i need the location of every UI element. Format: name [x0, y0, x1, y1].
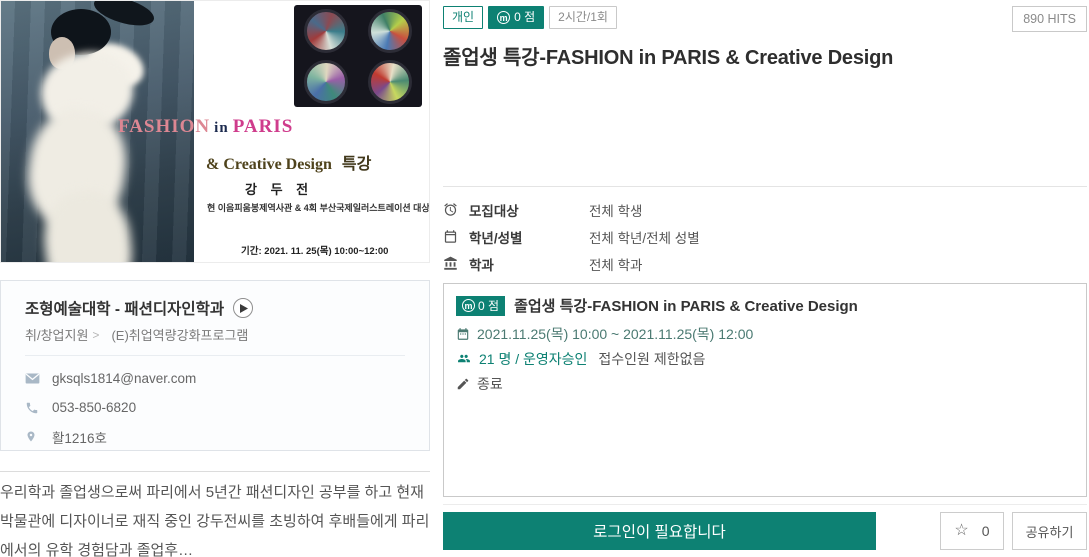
page-title: 졸업생 특강-FASHION in PARIS & Creative Desig…: [443, 41, 1087, 70]
breadcrumb-program: (E)취업역량강화프로그램: [111, 325, 248, 344]
poster-period: 기간: 2021. 11. 25(목) 10:00~12:00: [241, 243, 388, 257]
phone-row: 053-850-6820: [25, 393, 405, 422]
star-icon: ☆: [954, 523, 968, 539]
people-icon: [456, 352, 472, 365]
info-label: 학과: [469, 254, 589, 274]
poster-subtitle-suffix: 특강: [342, 156, 371, 173]
poster-subtitle-text: & Creative Design: [206, 156, 332, 173]
poster-title-line1: FASHIONinPARIS: [118, 116, 293, 138]
program-breadcrumb: 취/창업지원 > (E)취업역량강화프로그램: [25, 325, 405, 344]
session-datetime: 2021.11.25(목) 10:00 ~ 2021.11.25(목) 12:0…: [477, 324, 753, 344]
point-badge-label: 0 점: [514, 10, 535, 25]
left-column: FASHIONinPARIS & Creative Design 특강 강 두 전…: [0, 0, 430, 557]
session-datetime-row: 2021.11.25(목) 10:00 ~ 2021.11.25(목) 12:0…: [456, 321, 1074, 346]
calendar-icon: [443, 229, 461, 244]
map-pin-icon: [25, 429, 42, 444]
info-label: 모집대상: [469, 200, 589, 220]
department-card: 조형예술대학 - 패션디자인학과 취/창업지원 > (E)취업역량강화프로그램 …: [0, 280, 430, 451]
login-required-button[interactable]: 로그인이 필요합니다: [443, 512, 876, 550]
event-poster: FASHIONinPARIS & Creative Design 특강 강 두 전…: [0, 0, 430, 263]
session-capacity: 21 명 / 운영자승인: [479, 349, 587, 369]
event-detail-page: FASHIONinPARIS & Creative Design 특강 강 두 전…: [0, 0, 1089, 557]
footer-divider: [443, 504, 1087, 505]
alarm-clock-icon: [443, 202, 461, 217]
info-row-target: 모집대상 전체 학생: [443, 196, 1087, 223]
info-label: 학년/성별: [469, 227, 589, 247]
right-column: 개인 m 0 점 2시간/1회 890 HITS 졸업생 특강-FASHION …: [443, 0, 1087, 557]
personal-badge: 개인: [443, 6, 483, 29]
info-section: 모집대상 전체 학생 학년/성별 전체 학년/전체 성별 학과 전체 학과: [443, 186, 1087, 277]
favorite-count: 0: [982, 523, 990, 539]
poster-subtitle: & Creative Design 특강: [206, 150, 371, 174]
event-description: 우리학과 졸업생으로써 파리에서 5년간 패션디자인 공부를 하고 현재 박물관…: [0, 478, 430, 557]
m-point-icon: m: [497, 11, 510, 24]
poster-text: FASHIONinPARIS & Creative Design 특강 강 두 전…: [1, 1, 429, 262]
info-row-grade-gender: 학년/성별 전체 학년/전체 성별: [443, 223, 1087, 250]
card-divider: [25, 355, 405, 356]
session-point-badge: m 0 점: [456, 296, 505, 316]
email-row: gksqls1814@naver.com: [25, 364, 405, 393]
play-button[interactable]: [233, 298, 253, 318]
session-status: 종료: [477, 374, 503, 394]
info-value: 전체 학년/전체 성별: [589, 227, 700, 247]
session-box: m 0 점 졸업생 특강-FASHION in PARIS & Creative…: [443, 283, 1087, 497]
bank-icon: [443, 256, 461, 271]
session-title: 졸업생 특강-FASHION in PARIS & Creative Desig…: [514, 295, 858, 316]
phone-value: 053-850-6820: [52, 400, 136, 415]
email-value: gksqls1814@naver.com: [52, 371, 196, 386]
calendar-icon: [456, 327, 470, 341]
phone-icon: [25, 401, 42, 415]
poster-speaker: 강 두 전: [245, 179, 313, 198]
department-title: 조형예술대학 - 패션디자인학과: [25, 297, 224, 319]
location-row: 활1216호: [25, 422, 405, 451]
footer-bar: 로그인이 필요합니다 ☆ 0 공유하기: [443, 512, 1087, 550]
session-status-row: 종료: [456, 371, 1074, 396]
m-point-icon: m: [462, 299, 475, 312]
info-value: 전체 학과: [589, 254, 642, 274]
favorite-button[interactable]: ☆ 0: [940, 512, 1004, 550]
poster-title-fashion: FASHION: [118, 116, 210, 137]
share-button[interactable]: 공유하기: [1012, 512, 1087, 550]
room-value: 활1216호: [52, 427, 107, 447]
info-value: 전체 학생: [589, 200, 642, 220]
poster-credential: 현 이음피움봉제역사관 & 4회 부산국제일러스트레이션 대상: [207, 201, 430, 214]
session-capacity-note: 접수인원 제한없음: [598, 349, 705, 369]
description-divider: [0, 471, 430, 472]
poster-title-paris: PARIS: [233, 116, 294, 137]
badge-row: 개인 m 0 점 2시간/1회 890 HITS: [443, 0, 1087, 32]
duration-badge: 2시간/1회: [549, 6, 617, 29]
hits-counter: 890 HITS: [1012, 6, 1087, 32]
session-capacity-row: 21 명 / 운영자승인 접수인원 제한없음: [456, 346, 1074, 371]
session-point-label: 0 점: [478, 299, 499, 313]
breadcrumb-category: 취/창업지원: [25, 325, 88, 344]
envelope-icon: [25, 373, 42, 384]
info-row-department: 학과 전체 학과: [443, 250, 1087, 277]
poster-title-in: in: [214, 120, 229, 136]
chevron-right-icon: >: [92, 328, 99, 342]
play-icon: [240, 304, 248, 313]
point-badge: m 0 점: [488, 6, 544, 29]
pen-icon: [456, 377, 470, 391]
